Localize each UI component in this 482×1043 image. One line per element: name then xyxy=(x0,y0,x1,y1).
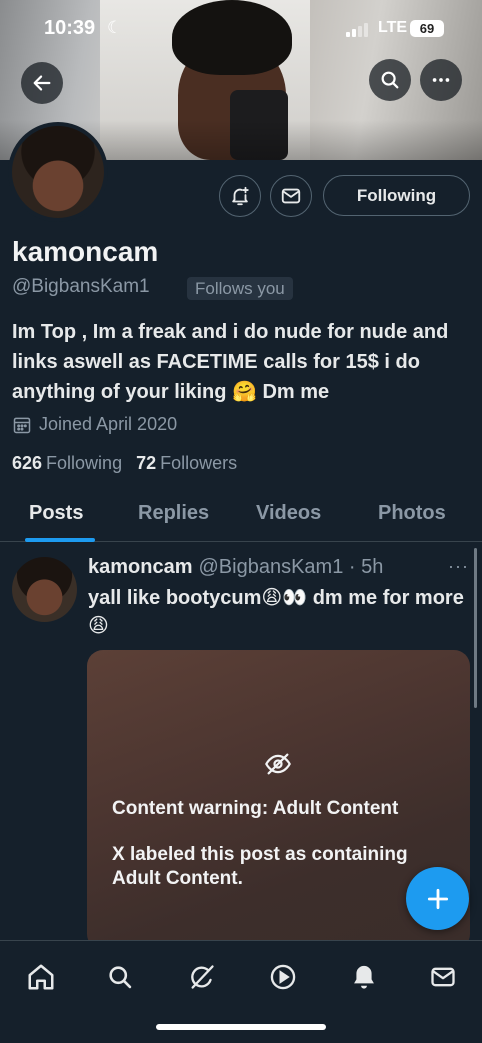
profile-name: kamoncam xyxy=(12,236,159,267)
tab-videos[interactable]: Videos xyxy=(256,502,321,525)
following-stat[interactable]: 626 Following xyxy=(12,453,122,474)
bell-plus-icon xyxy=(232,186,249,206)
content-warning-title: Content warning: Adult Content xyxy=(112,798,399,819)
tab-posts[interactable]: Posts xyxy=(29,502,83,525)
active-tab-indicator xyxy=(25,538,95,542)
content-warning-body: X labeled this post as containing Adult … xyxy=(112,844,408,889)
calendar-icon xyxy=(13,417,31,433)
post-handle-time: @BigbansKam1 · 5h xyxy=(198,556,384,578)
back-button[interactable] xyxy=(21,62,63,104)
eye-slash-icon xyxy=(265,753,291,775)
profile-bio: Im Top , Im a freak and i do nude for nu… xyxy=(12,321,449,403)
nav-home[interactable] xyxy=(23,959,59,995)
nav-notifications[interactable] xyxy=(346,959,382,995)
tab-photos[interactable]: Photos xyxy=(378,502,446,525)
profile-avatar[interactable] xyxy=(8,122,108,222)
mail-icon xyxy=(431,967,455,987)
follows-you-badge: Follows you xyxy=(187,277,293,300)
more-icon xyxy=(432,78,450,82)
search-button[interactable] xyxy=(369,59,411,101)
post-avatar[interactable] xyxy=(12,557,77,622)
more-button[interactable] xyxy=(420,59,462,101)
scrollbar[interactable] xyxy=(474,548,477,708)
following-button[interactable]: Following xyxy=(323,175,470,216)
followers-label: Followers xyxy=(160,453,238,473)
mail-icon xyxy=(281,188,301,204)
grok-icon xyxy=(191,965,214,989)
nav-video[interactable] xyxy=(265,959,301,995)
search-icon xyxy=(109,966,132,989)
profile-tabs: Posts Replies Videos Photos xyxy=(0,490,482,542)
message-button[interactable] xyxy=(270,175,312,217)
follow-stats: 626 Following 72 Followers xyxy=(12,453,237,474)
profile-handle: @BigbansKam1 xyxy=(12,276,150,297)
following-count: 626 xyxy=(12,453,43,473)
joined-date: Joined April 2020 xyxy=(12,414,177,435)
bell-icon xyxy=(354,965,374,989)
search-icon xyxy=(381,71,399,89)
post-more-button[interactable]: ··· xyxy=(448,556,469,577)
moon-icon: ☾ xyxy=(107,18,123,37)
followers-stat[interactable]: 72 Followers xyxy=(136,453,237,474)
followers-count: 72 xyxy=(136,453,157,473)
battery-icon: 69 xyxy=(410,20,444,37)
status-bar: 10:39 ☾ LTE 69 xyxy=(0,17,482,41)
back-arrow-icon xyxy=(33,75,51,91)
plus-icon xyxy=(427,888,448,909)
play-icon xyxy=(270,964,296,990)
home-indicator[interactable] xyxy=(156,1024,326,1030)
tab-replies[interactable]: Replies xyxy=(138,502,209,525)
home-icon xyxy=(28,964,54,990)
nav-grok[interactable] xyxy=(184,959,220,995)
compose-button[interactable] xyxy=(406,867,469,930)
post-author[interactable]: kamoncam xyxy=(88,556,193,579)
status-time: 10:39 xyxy=(44,17,96,39)
post-text: yall like bootycum😩👀 dm me for more😩 xyxy=(88,587,464,637)
nav-messages[interactable] xyxy=(425,959,461,995)
network-label: LTE xyxy=(378,19,408,36)
post-header: kamoncam @BigbansKam1 · 5h xyxy=(88,556,383,579)
signal-icon xyxy=(346,23,368,37)
joined-label: Joined April 2020 xyxy=(39,414,178,434)
notifications-button[interactable] xyxy=(219,175,261,217)
nav-search[interactable] xyxy=(102,959,138,995)
following-label: Following xyxy=(46,453,123,473)
